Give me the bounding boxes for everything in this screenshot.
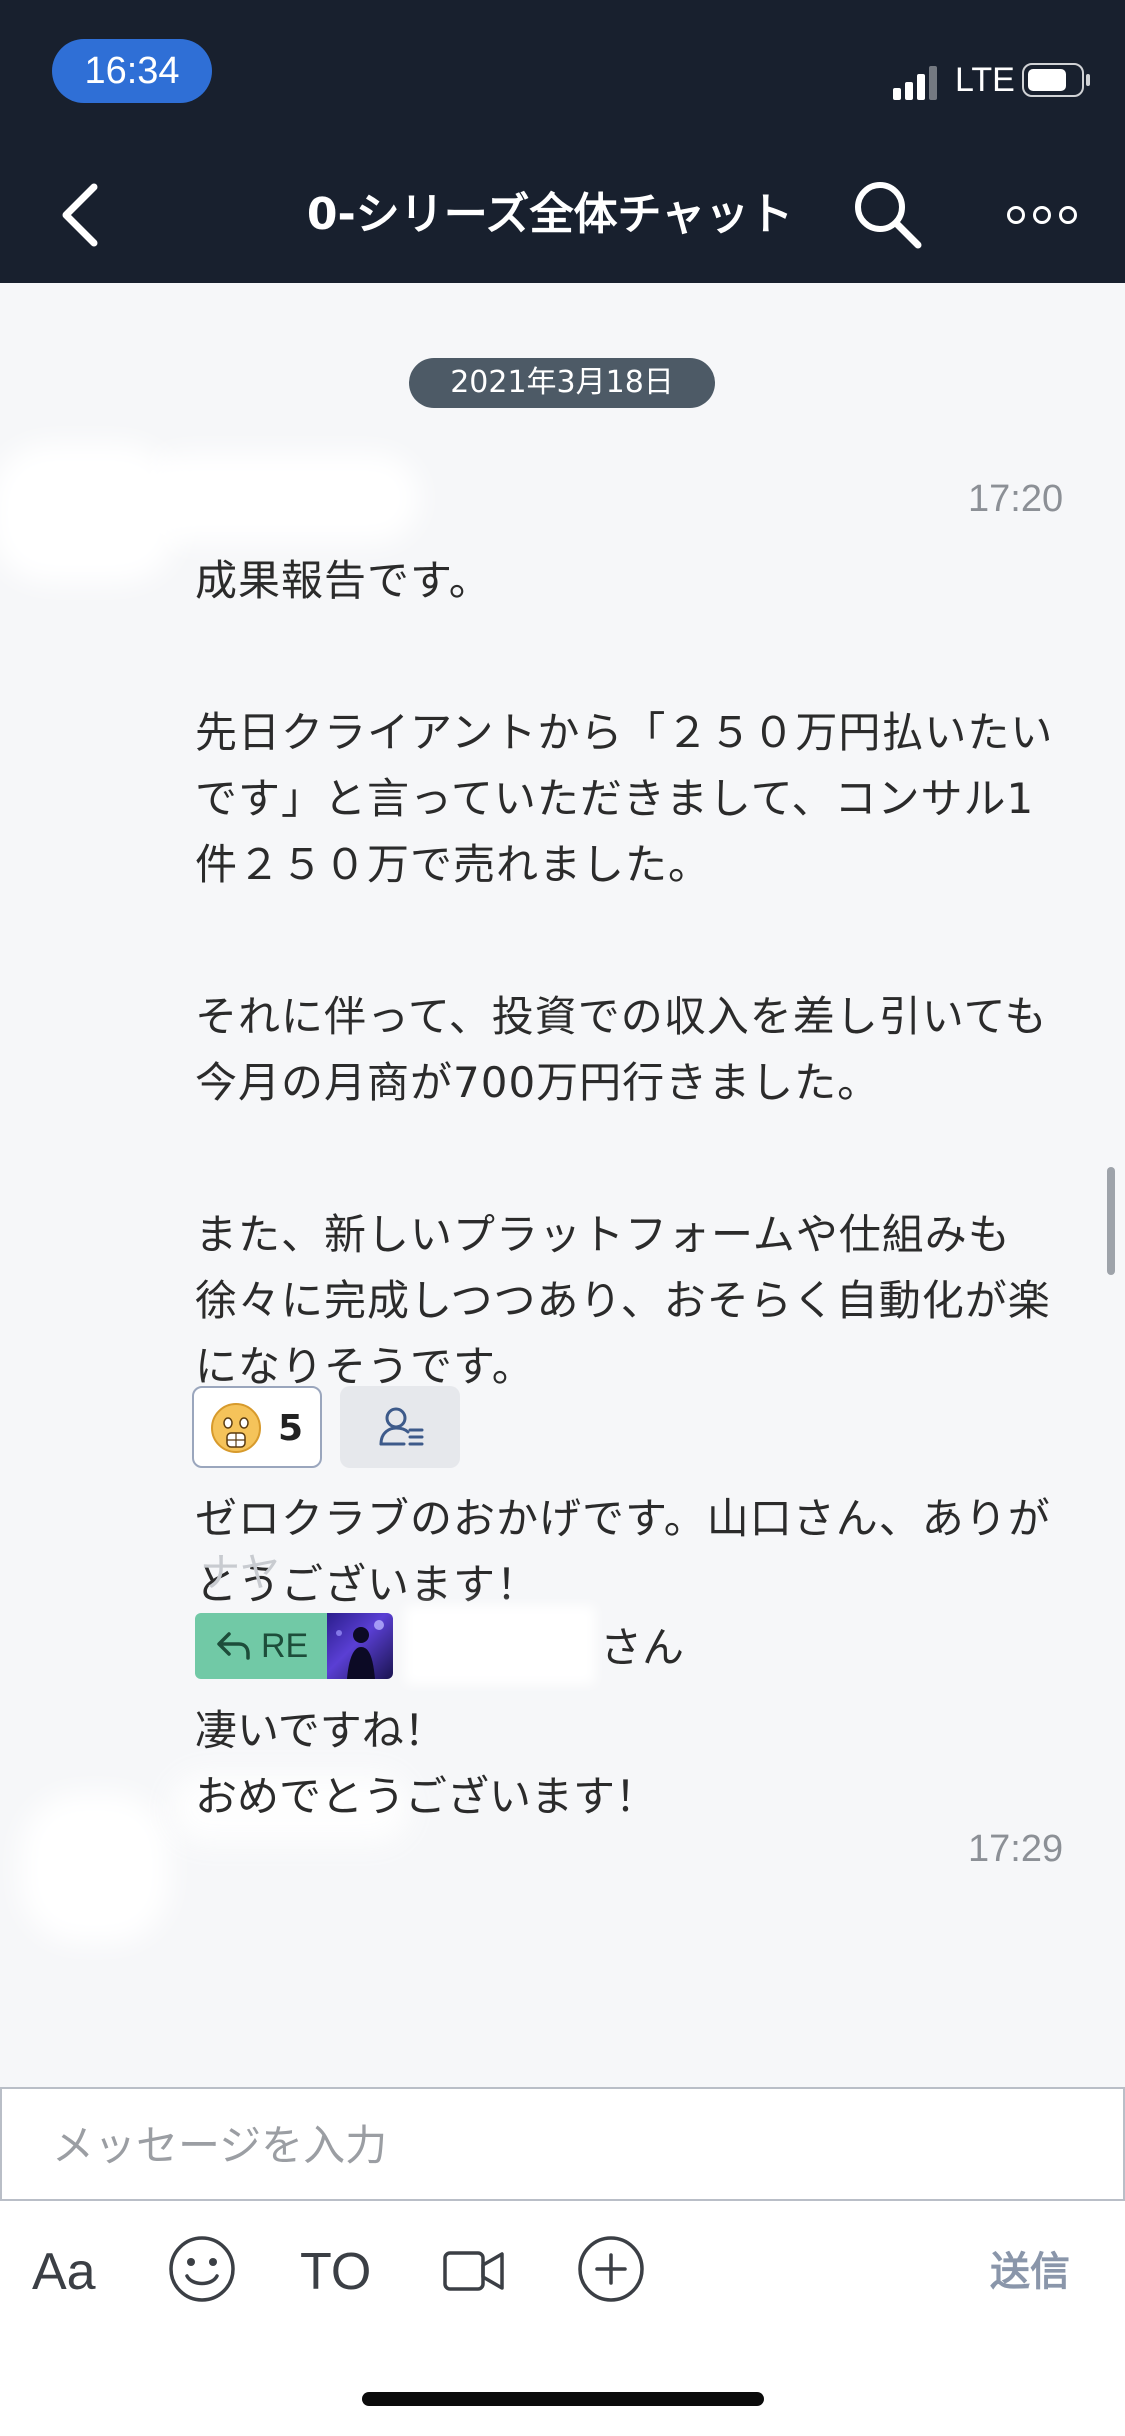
reply-avatar [327,1613,393,1679]
chat-timeline[interactable]: 2021年3月18日 17:20 成果報告です。 先日クライアントから「２５０万… [0,283,1125,2087]
plus-circle-icon[interactable] [575,2233,647,2305]
sender-name-mask [140,453,420,543]
reply-tag-label: RE [261,1627,309,1665]
message-paragraph: 先日クライアントから「２５０万円払いたいです」と言っていただきまして、コンサル1… [195,708,1054,889]
chevron-left-icon[interactable] [50,175,110,255]
reaction-button[interactable]: 5 [192,1386,322,1468]
more-icon[interactable] [1006,198,1078,232]
font-button[interactable]: Aa [32,2237,96,2307]
smiley-icon[interactable] [166,2233,238,2305]
video-icon[interactable] [442,2245,506,2297]
network-label: LTE [955,61,1015,99]
reply-arrow-icon [217,1632,250,1660]
surprised-face-icon [211,1403,261,1453]
message-text[interactable]: 成果報告です。 先日クライアントから「２５０万円払いたいです」と言っていただきま… [195,548,1075,1704]
read-list-button[interactable] [340,1386,460,1468]
reply-name-mask [405,1606,595,1684]
message-input-box[interactable] [0,2087,1125,2201]
message-paragraph: ゼロクラブのおかげです。山口さん、ありがとうございます！ [195,1494,1051,1609]
reply-to-name: さん [600,1623,685,1672]
sender-name: ナヤ [200,1550,280,1596]
header-bar: 16:34 LTE 0-シリーズ全体チャット [0,0,1125,283]
scrollbar[interactable] [1107,1167,1115,1275]
status-time: 16:34 [52,39,212,103]
reaction-count: 5 [278,1408,304,1449]
composer-toolbar: Aa TO 送信 [0,2201,1125,2436]
reply-tag[interactable]: RE [195,1613,327,1679]
to-button[interactable]: TO [300,2237,371,2307]
home-indicator[interactable] [362,2392,764,2406]
message-time: 17:20 [968,478,1064,520]
message-paragraph: それに伴って、投資での収入を差し引いても今月の月商が700万円行きました。 [195,992,1048,1107]
battery-icon [1022,63,1090,97]
reply-avatar-image [336,1620,384,1679]
message-paragraph: 成果報告です。 [195,556,492,605]
read-list-icon [379,1407,424,1446]
send-button[interactable]: 送信 [990,2241,1070,2303]
search-icon[interactable] [848,175,928,255]
date-separator: 2021年3月18日 [409,358,715,408]
message-time: 17:29 [968,1828,1064,1870]
signal-icon [893,66,937,100]
page-title: 0-シリーズ全体チャット [306,189,794,240]
message-input[interactable] [50,2111,1054,2179]
message-paragraph: また、新しいプラットフォームや仕組みも徐々に完成しつつあり、おそらく自動化が楽に… [195,1210,1051,1391]
avatar[interactable] [20,1793,170,1943]
message-line: おめでとうございます！ [195,1772,658,1821]
message-line: 凄いですね！ [195,1706,446,1755]
